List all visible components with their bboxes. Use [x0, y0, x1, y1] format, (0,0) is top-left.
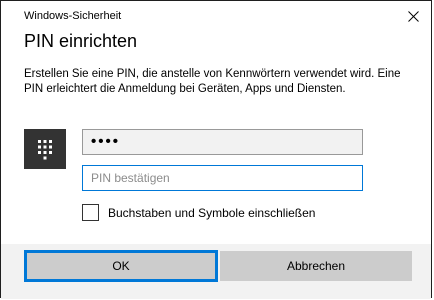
pin-input[interactable]: ••••	[82, 129, 363, 155]
checkbox-label: Buchstaben und Symbole einschließen	[108, 205, 316, 220]
pin-confirm-input[interactable]	[82, 165, 363, 191]
title-bar: Windows-Sicherheit	[1, 1, 431, 31]
close-icon	[407, 10, 419, 22]
window-title: Windows-Sicherheit	[24, 10, 122, 22]
close-button[interactable]	[401, 5, 425, 27]
cancel-button[interactable]: Abbrechen	[220, 251, 412, 281]
dialog-heading: PIN einrichten	[24, 31, 138, 51]
include-letters-symbols-checkbox[interactable]	[82, 204, 99, 221]
keypad-icon	[38, 140, 52, 160]
keypad-tile	[24, 129, 66, 169]
include-letters-symbols-option[interactable]: Buchstaben und Symbole einschließen	[82, 204, 315, 221]
dialog-description: Erstellen Sie eine PIN, die anstelle von…	[24, 68, 401, 95]
pin-setup-dialog: Windows-Sicherheit PIN einrichten Erstel…	[0, 0, 432, 299]
ok-button[interactable]: OK	[24, 250, 218, 282]
